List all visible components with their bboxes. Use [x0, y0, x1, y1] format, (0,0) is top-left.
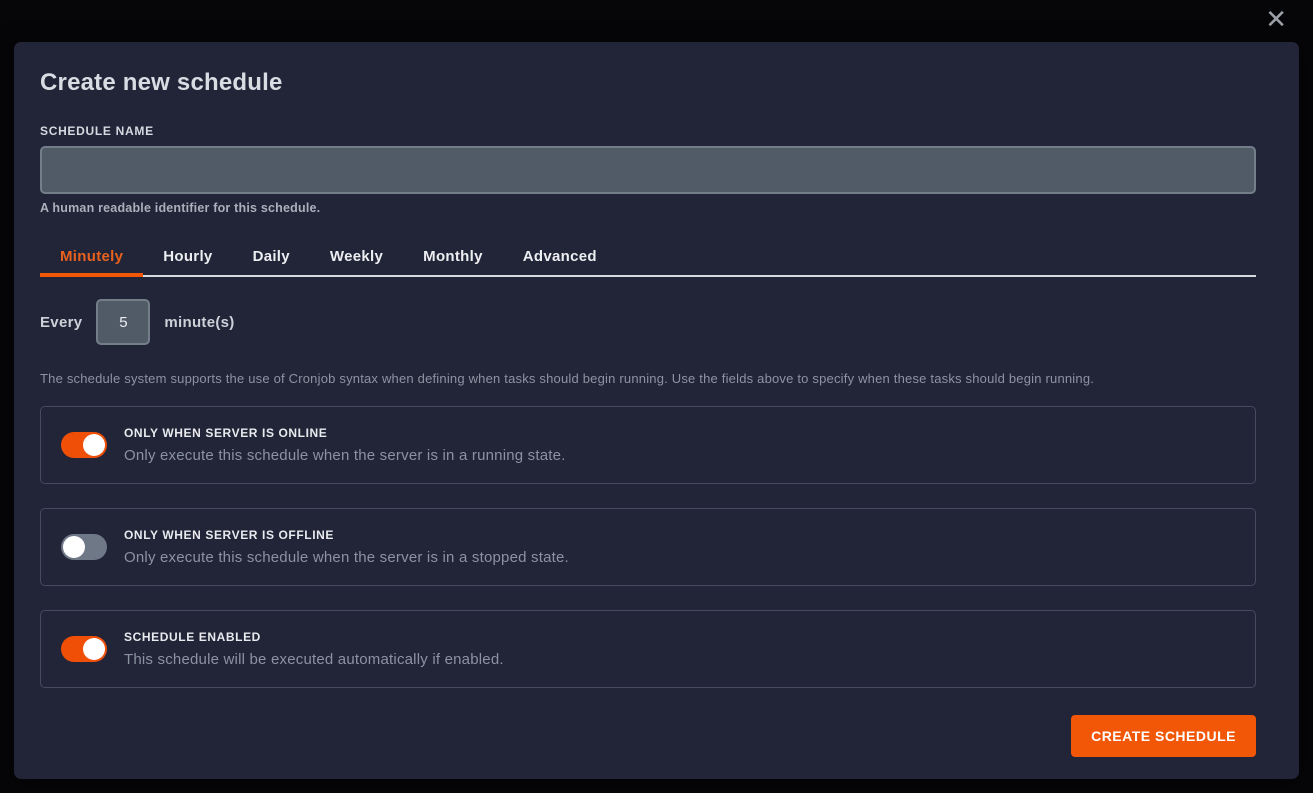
cron-help-text: The schedule system supports the use of …	[40, 371, 1256, 386]
close-icon[interactable]: ✕	[1265, 6, 1287, 32]
schedule-frequency-tabs: Minutely Hourly Daily Weekly Monthly Adv…	[40, 239, 1256, 277]
interval-suffix-label: minute(s)	[164, 314, 234, 331]
toggle-card-only-online: ONLY WHEN SERVER IS ONLINE Only execute …	[40, 406, 1256, 484]
tab-minutely[interactable]: Minutely	[40, 239, 143, 277]
schedule-name-label: SCHEDULE NAME	[40, 124, 1256, 138]
only-offline-toggle[interactable]	[61, 534, 107, 560]
toggle-card-only-offline: ONLY WHEN SERVER IS OFFLINE Only execute…	[40, 508, 1256, 586]
toggle-knob	[83, 638, 105, 660]
only-offline-label: ONLY WHEN SERVER IS OFFLINE	[124, 528, 569, 542]
only-online-label: ONLY WHEN SERVER IS ONLINE	[124, 426, 566, 440]
only-online-description: Only execute this schedule when the serv…	[124, 447, 566, 464]
schedule-enabled-toggle[interactable]	[61, 636, 107, 662]
toggle-card-schedule-enabled: SCHEDULE ENABLED This schedule will be e…	[40, 610, 1256, 688]
schedule-enabled-description: This schedule will be executed automatic…	[124, 651, 504, 668]
interval-minutes-input[interactable]	[96, 299, 150, 345]
interval-row: Every minute(s)	[40, 299, 1256, 345]
page-title: Create new schedule	[40, 68, 1256, 98]
tab-advanced[interactable]: Advanced	[503, 239, 617, 277]
schedule-name-input[interactable]	[40, 146, 1256, 194]
modal-footer: CREATE SCHEDULE	[40, 715, 1256, 757]
only-offline-description: Only execute this schedule when the serv…	[124, 549, 569, 566]
create-schedule-button[interactable]: CREATE SCHEDULE	[1071, 715, 1256, 757]
only-online-toggle[interactable]	[61, 432, 107, 458]
tab-weekly[interactable]: Weekly	[310, 239, 403, 277]
interval-prefix-label: Every	[40, 314, 82, 331]
tab-daily[interactable]: Daily	[233, 239, 310, 277]
schedule-enabled-label: SCHEDULE ENABLED	[124, 630, 504, 644]
toggle-knob	[63, 536, 85, 558]
toggle-knob	[83, 434, 105, 456]
tab-monthly[interactable]: Monthly	[403, 239, 503, 277]
tab-hourly[interactable]: Hourly	[143, 239, 232, 277]
schedule-name-help: A human readable identifier for this sch…	[40, 201, 1256, 215]
create-schedule-modal: Create new schedule SCHEDULE NAME A huma…	[14, 42, 1299, 779]
